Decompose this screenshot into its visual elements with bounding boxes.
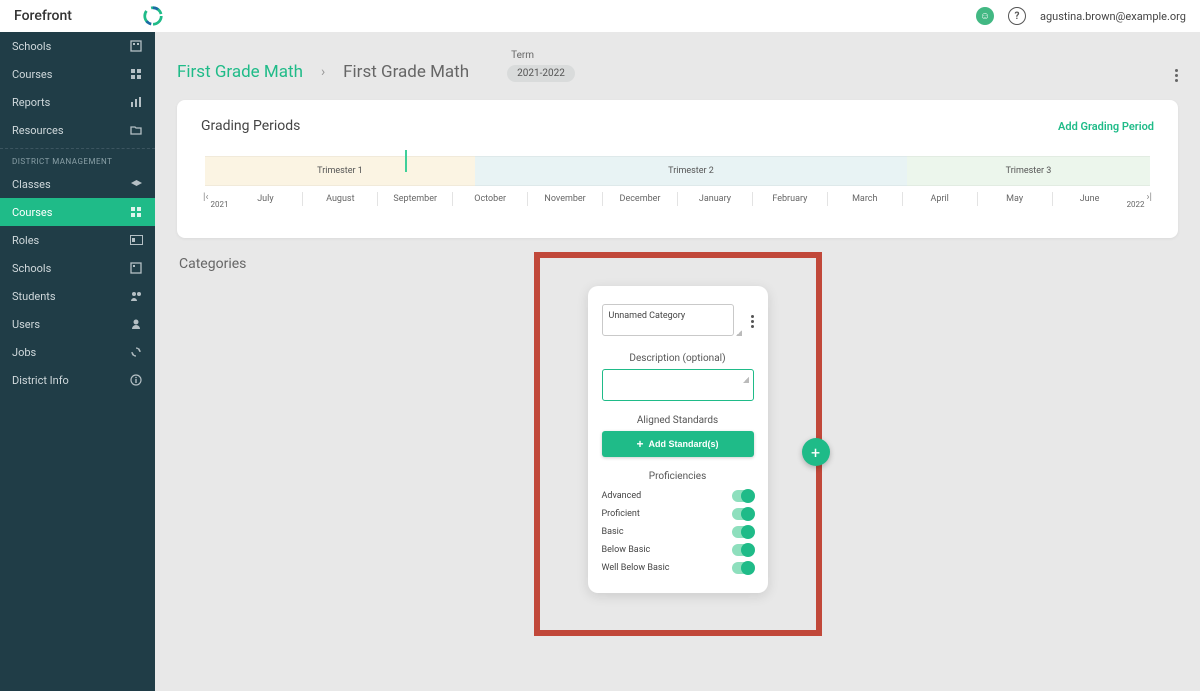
sidebar-item-schools-mgmt[interactable]: Schools	[0, 254, 155, 282]
description-input[interactable]	[602, 369, 754, 401]
id-icon	[129, 233, 143, 247]
user-avatar-icon[interactable]: ☺	[976, 7, 994, 25]
trimester-3[interactable]: Trimester 3	[907, 156, 1150, 186]
toggle-proficient[interactable]	[732, 508, 754, 520]
sidebar-item-reports[interactable]: Reports	[0, 88, 155, 116]
sidebar-item-jobs[interactable]: Jobs	[0, 338, 155, 366]
month-labels: July August September October November D…	[228, 192, 1126, 212]
grid-icon	[129, 205, 143, 219]
chevron-right-icon: ›	[321, 64, 325, 80]
grading-periods-card: Grading Periods Add Grading Period Trime…	[177, 100, 1178, 238]
sidebar-item-courses[interactable]: Courses	[0, 198, 155, 226]
user-email[interactable]: agustina.brown@example.org	[1040, 10, 1186, 23]
grading-periods-title: Grading Periods	[201, 118, 300, 134]
sidebar-item-classes[interactable]: Classes	[0, 170, 155, 198]
category-card: Description (optional) Aligned Standards…	[588, 286, 768, 593]
sync-icon	[129, 345, 143, 359]
add-category-fab[interactable]: +	[802, 438, 830, 466]
year-end: 2022	[1127, 192, 1145, 212]
term-selector[interactable]: Term 2021-2022	[507, 50, 575, 82]
grid-icon	[129, 67, 143, 81]
proficiency-row: Advanced	[602, 487, 754, 505]
sidebar-item-students[interactable]: Students	[0, 282, 155, 310]
timeline: Trimester 1 Trimester 2 Trimester 3 |‹ 2…	[201, 156, 1154, 212]
toggle-well-below-basic[interactable]	[732, 562, 754, 574]
info-icon	[129, 373, 143, 387]
building-icon	[129, 261, 143, 275]
description-label: Description (optional)	[602, 353, 754, 364]
sidebar-item-roles[interactable]: Roles	[0, 226, 155, 254]
add-grading-period-button[interactable]: Add Grading Period	[1058, 120, 1154, 133]
topbar-right: ☺ ? agustina.brown@example.org	[976, 7, 1186, 25]
help-icon[interactable]: ?	[1008, 7, 1026, 25]
brand: Forefront	[14, 5, 164, 27]
category-name-input[interactable]	[602, 304, 734, 336]
proficiency-row: Basic	[602, 523, 754, 541]
add-standards-button[interactable]: + Add Standard(s)	[602, 431, 754, 457]
sidebar-section-label: District Management	[0, 148, 155, 170]
trimester-1[interactable]: Trimester 1	[205, 156, 475, 186]
proficiency-row: Proficient	[602, 505, 754, 523]
building-icon	[129, 39, 143, 53]
breadcrumb-root[interactable]: First Grade Math	[177, 62, 303, 82]
sidebar-item-courses-top[interactable]: Courses	[0, 60, 155, 88]
person-icon	[129, 317, 143, 331]
grad-cap-icon	[129, 177, 143, 191]
proficiencies-label: Proficiencies	[602, 471, 754, 482]
toggle-basic[interactable]	[732, 526, 754, 538]
brand-logo-icon	[142, 5, 164, 27]
year-start: 2021	[210, 192, 228, 212]
bars-icon	[129, 95, 143, 109]
people-icon	[129, 289, 143, 303]
page-menu-button[interactable]	[1175, 69, 1178, 82]
breadcrumb: First Grade Math › First Grade Math Term…	[177, 50, 1178, 82]
toggle-below-basic[interactable]	[732, 544, 754, 556]
plus-icon: +	[636, 438, 643, 450]
term-label: Term	[507, 50, 575, 61]
sidebar-item-schools[interactable]: Schools	[0, 32, 155, 60]
highlight-frame: Description (optional) Aligned Standards…	[534, 252, 822, 636]
proficiency-row: Below Basic	[602, 541, 754, 559]
topbar: Forefront ☺ ? agustina.brown@example.org	[0, 0, 1200, 32]
timeline-prev-icon[interactable]: |‹	[201, 192, 210, 212]
resize-handle-icon[interactable]	[743, 377, 749, 383]
breadcrumb-current: First Grade Math	[343, 62, 469, 82]
brand-name: Forefront	[14, 8, 72, 24]
resize-handle-icon[interactable]	[736, 330, 742, 336]
sidebar-item-users[interactable]: Users	[0, 310, 155, 338]
current-date-marker	[405, 150, 407, 172]
sidebar: Schools Courses Reports Resources Distri…	[0, 0, 155, 691]
sidebar-item-resources[interactable]: Resources	[0, 116, 155, 144]
folder-icon	[129, 123, 143, 137]
category-menu-button[interactable]	[751, 315, 754, 328]
proficiency-row: Well Below Basic	[602, 559, 754, 577]
plus-icon: +	[811, 443, 820, 462]
timeline-next-icon[interactable]: ›|	[1145, 192, 1154, 212]
main-content: First Grade Math › First Grade Math Term…	[155, 0, 1200, 691]
sidebar-item-district-info[interactable]: District Info	[0, 366, 155, 394]
term-value: 2021-2022	[507, 65, 575, 82]
trimester-2[interactable]: Trimester 2	[475, 156, 907, 186]
toggle-advanced[interactable]	[732, 490, 754, 502]
aligned-standards-label: Aligned Standards	[602, 415, 754, 426]
